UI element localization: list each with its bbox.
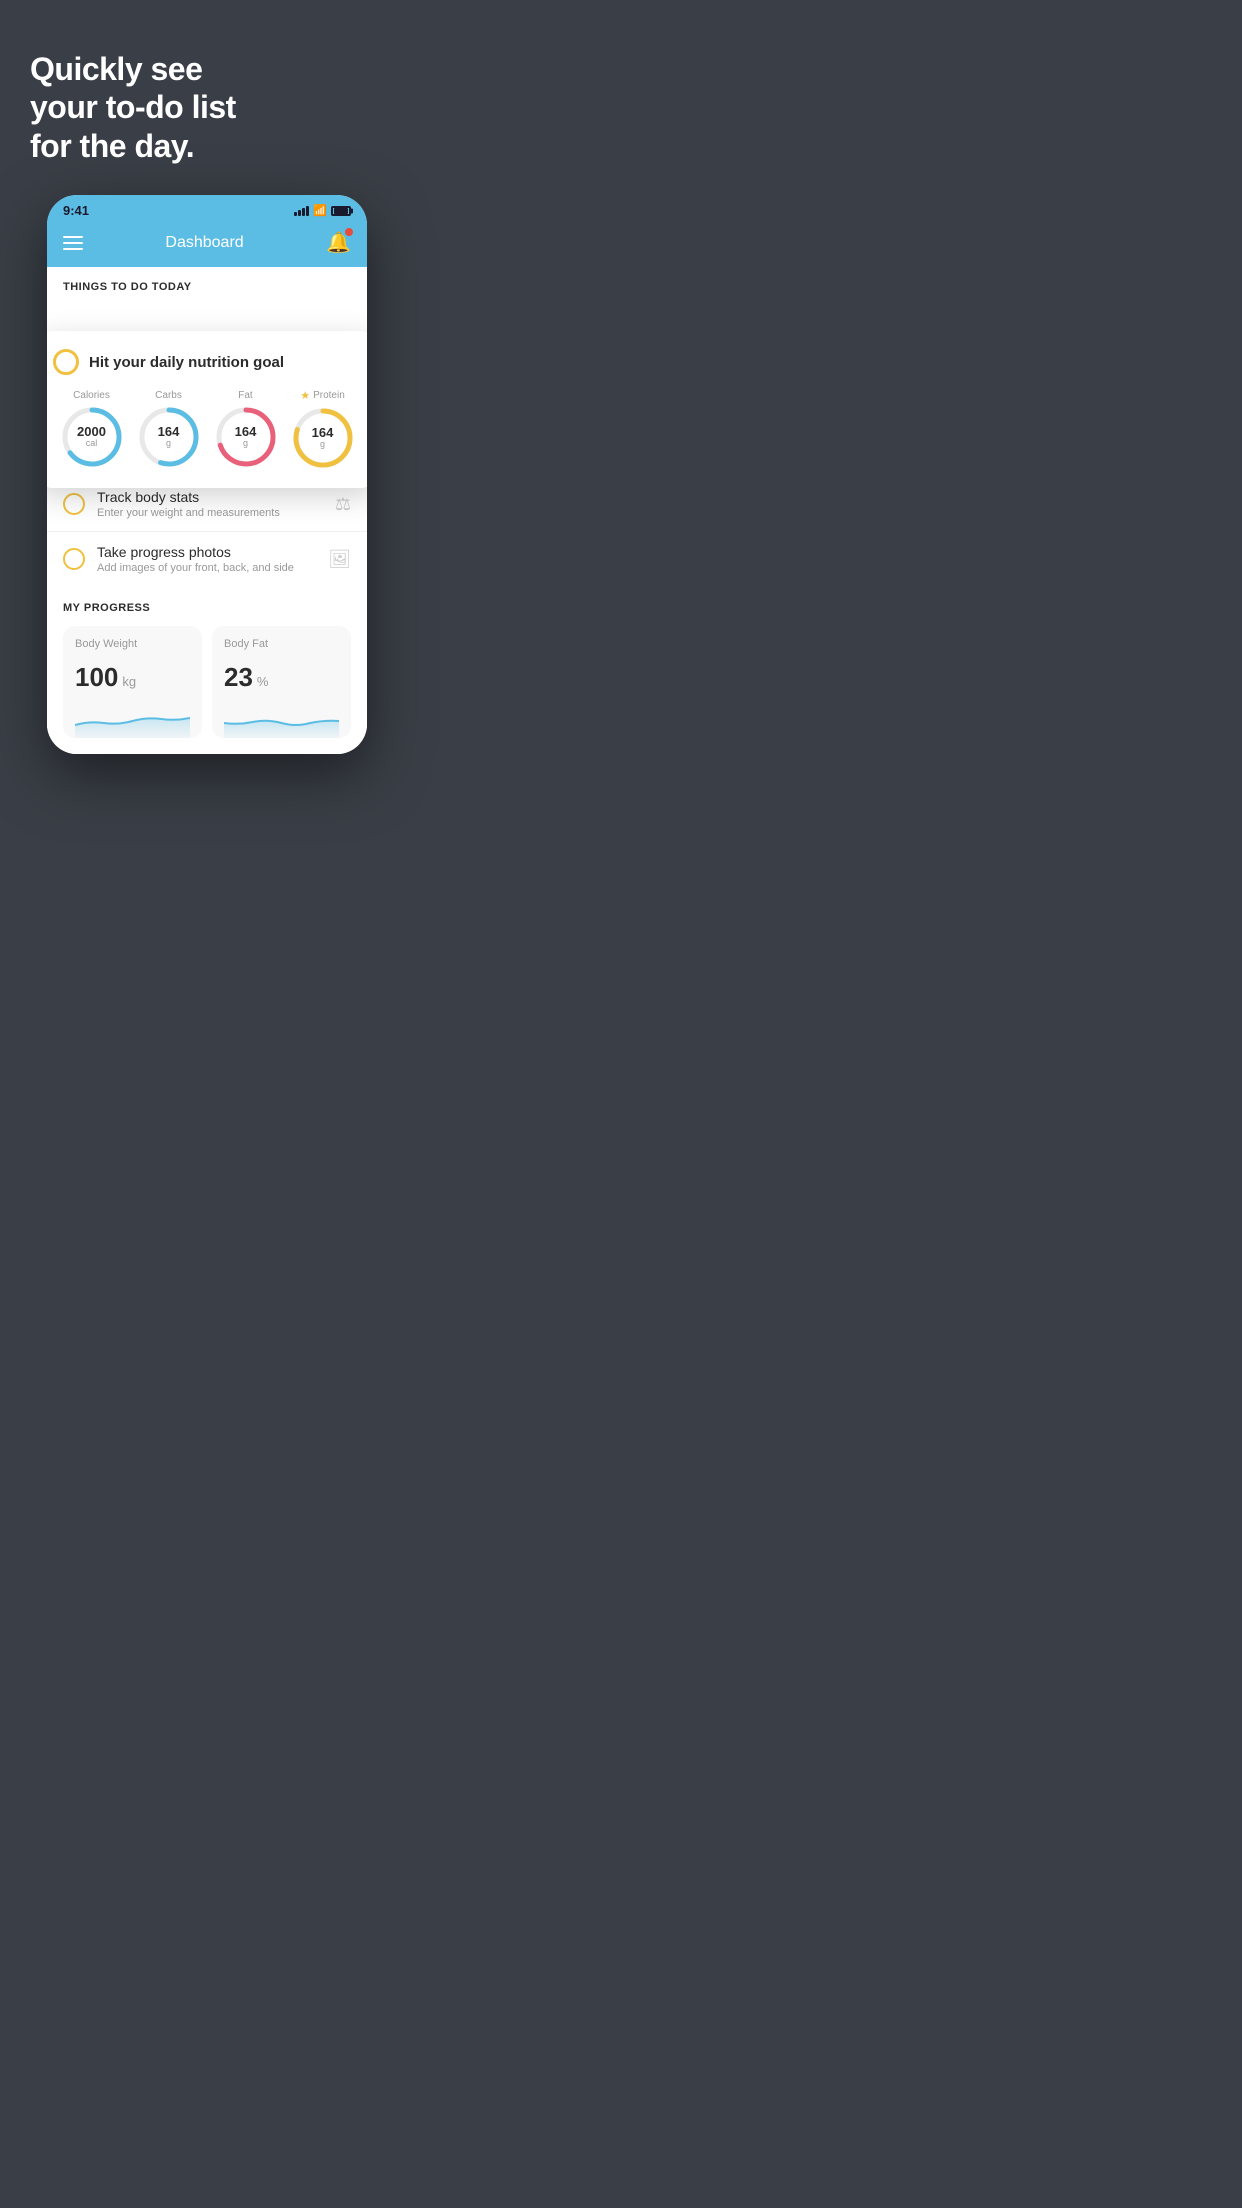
nutrition-circle-check xyxy=(53,349,79,375)
hamburger-menu[interactable] xyxy=(63,236,83,250)
phone-frame: 9:41 📶 Dashboard 🔔 THINGS xyxy=(47,195,367,754)
body-stats-content: Track body stats Enter your weight and m… xyxy=(97,489,323,519)
hamburger-line-1 xyxy=(63,236,83,238)
scale-icon: ⚖ xyxy=(335,494,351,515)
body-weight-value-row: 100 kg xyxy=(75,662,190,693)
status-time: 9:41 xyxy=(63,203,89,218)
protein-value: 164 xyxy=(312,426,334,440)
calories-value: 2000 xyxy=(77,425,106,439)
carbs-unit: g xyxy=(158,439,180,449)
calories-unit: cal xyxy=(77,439,106,449)
body-fat-card: Body Fat 23 % xyxy=(212,626,351,738)
protein-ring: 164 g xyxy=(291,406,355,470)
nutrition-carbs: Carbs 164 g xyxy=(137,390,201,469)
fat-ring: 164 g xyxy=(214,405,278,469)
headline-line2: your to-do list xyxy=(30,89,236,125)
headline: Quickly see your to-do list for the day. xyxy=(0,0,414,185)
nutrition-goal-card: Hit your daily nutrition goal Calories xyxy=(47,331,367,488)
hamburger-line-2 xyxy=(63,242,83,244)
body-stats-subtitle: Enter your weight and measurements xyxy=(97,507,323,519)
signal-bar-4 xyxy=(306,206,309,216)
body-fat-unit: % xyxy=(257,674,269,689)
calories-label: Calories xyxy=(73,390,110,401)
nutrition-row: Calories 2000 cal xyxy=(53,389,361,470)
carbs-value: 164 xyxy=(158,425,180,439)
nutrition-calories: Calories 2000 cal xyxy=(60,390,124,469)
things-to-do-header: THINGS TO DO TODAY xyxy=(47,267,367,301)
photos-check-circle xyxy=(63,548,85,570)
fat-unit: g xyxy=(235,439,257,449)
headline-line3: for the day. xyxy=(30,128,194,164)
photos-content: Take progress photos Add images of your … xyxy=(97,544,316,574)
calories-ring: 2000 cal xyxy=(60,405,124,469)
nutrition-fat: Fat 164 g xyxy=(214,390,278,469)
signal-bar-2 xyxy=(298,210,301,216)
card-title-row: Hit your daily nutrition goal xyxy=(53,349,361,375)
photos-title: Take progress photos xyxy=(97,544,316,560)
body-fat-sparkline xyxy=(224,703,339,738)
body-weight-unit: kg xyxy=(122,674,136,689)
protein-label: ★ Protein xyxy=(300,389,345,402)
progress-header: MY PROGRESS xyxy=(63,602,351,614)
signal-bar-1 xyxy=(294,212,297,216)
fat-label: Fat xyxy=(238,390,252,401)
nav-title: Dashboard xyxy=(165,234,243,252)
body-weight-card-title: Body Weight xyxy=(75,638,190,650)
carbs-ring: 164 g xyxy=(137,405,201,469)
progress-cards: Body Weight 100 kg xyxy=(63,626,351,754)
photos-subtitle: Add images of your front, back, and side xyxy=(97,562,316,574)
nutrition-card-title: Hit your daily nutrition goal xyxy=(89,354,284,371)
body-stats-check-circle xyxy=(63,493,85,515)
battery-icon xyxy=(331,206,351,216)
items-wrapper: Hit your daily nutrition goal Calories xyxy=(47,301,367,586)
notification-dot xyxy=(345,228,353,236)
nutrition-protein: ★ Protein 164 g xyxy=(291,389,355,470)
carbs-label: Carbs xyxy=(155,390,182,401)
body-weight-value: 100 xyxy=(75,662,118,693)
status-bar: 9:41 📶 xyxy=(47,195,367,222)
nav-bar: Dashboard 🔔 xyxy=(47,222,367,267)
body-fat-value: 23 xyxy=(224,662,253,693)
body-weight-sparkline xyxy=(75,703,190,738)
fat-value: 164 xyxy=(235,425,257,439)
wifi-icon: 📶 xyxy=(313,204,327,217)
phone-content: THINGS TO DO TODAY Hit your daily nutrit… xyxy=(47,267,367,754)
signal-bars-icon xyxy=(294,206,309,216)
signal-bar-3 xyxy=(302,208,305,216)
protein-star-icon: ★ xyxy=(300,389,310,402)
progress-section: MY PROGRESS Body Weight 100 kg xyxy=(47,586,367,754)
notification-bell-button[interactable]: 🔔 xyxy=(326,230,351,255)
body-fat-card-title: Body Fat xyxy=(224,638,339,650)
headline-line1: Quickly see xyxy=(30,51,202,87)
battery-fill xyxy=(334,208,348,214)
body-stats-title: Track body stats xyxy=(97,489,323,505)
status-icons: 📶 xyxy=(294,204,351,217)
body-weight-card: Body Weight 100 kg xyxy=(63,626,202,738)
body-fat-value-row: 23 % xyxy=(224,662,339,693)
photo-icon: 🖼 xyxy=(328,549,351,570)
protein-unit: g xyxy=(312,440,334,450)
hamburger-line-3 xyxy=(63,248,83,250)
list-item-photos[interactable]: Take progress photos Add images of your … xyxy=(47,531,367,586)
